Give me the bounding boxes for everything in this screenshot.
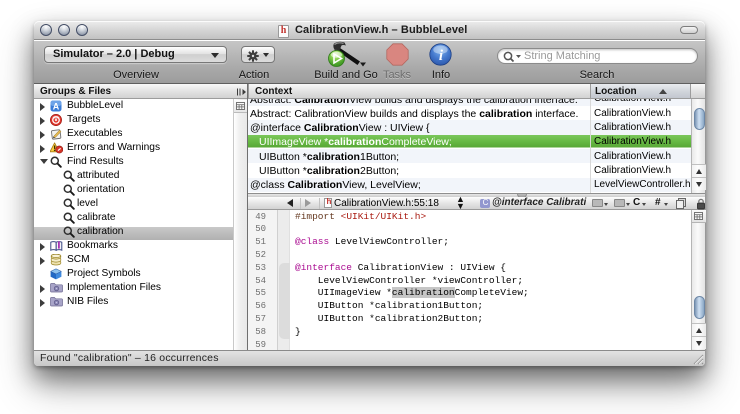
- svg-text:A: A: [53, 102, 60, 112]
